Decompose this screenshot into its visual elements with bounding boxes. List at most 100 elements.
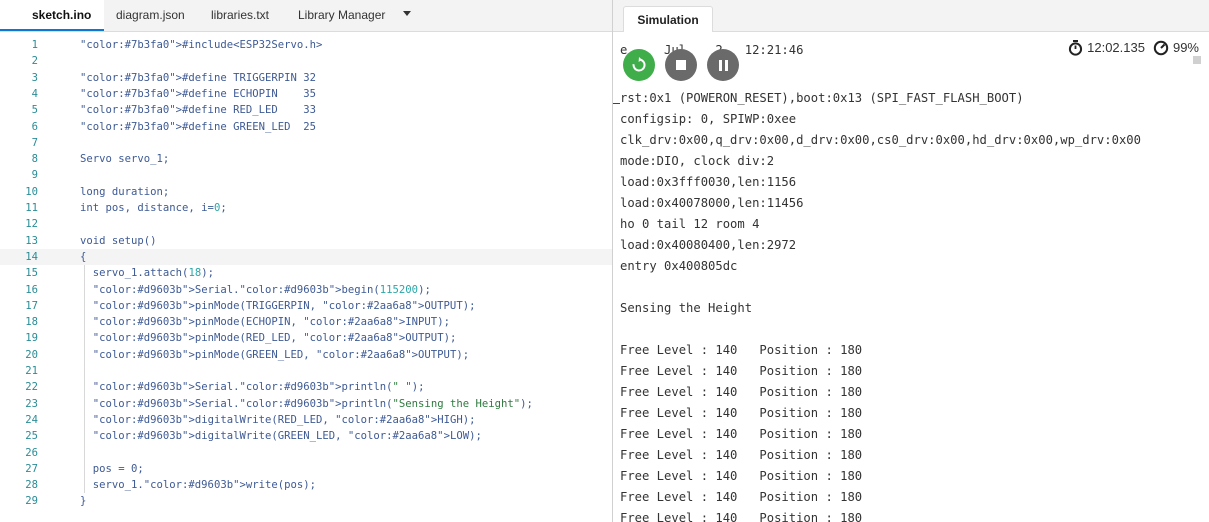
- serial-line: Free Level : 140 Position : 180: [620, 448, 863, 462]
- line-number: 3: [31, 71, 38, 84]
- stop-icon: [676, 60, 686, 70]
- code-line[interactable]: 21: [0, 363, 612, 379]
- simulation-pane: Simulation e Jul 2 12:21:46 rst:0x1 (POWE…: [612, 0, 1209, 522]
- code-line[interactable]: 2: [0, 53, 612, 69]
- serial-line: clk_drv:0x00,q_drv:0x00,d_drv:0x00,cs0_d…: [620, 133, 1141, 147]
- code-text[interactable]: "color:#d9603b">digitalWrite(GREEN_LED, …: [80, 428, 482, 444]
- serial-line: load:0x3fff0030,len:1156: [620, 175, 797, 189]
- tab-diagram-json[interactable]: diagram.json: [116, 0, 185, 31]
- code-text[interactable]: "color:#d9603b">Serial."color:#d9603b">p…: [80, 396, 533, 412]
- code-text[interactable]: "color:#d9603b">Serial."color:#d9603b">p…: [80, 379, 425, 395]
- stopwatch-icon: [1069, 40, 1083, 56]
- line-number: 13: [25, 234, 38, 247]
- tab-library-manager[interactable]: Library Manager: [298, 0, 385, 31]
- serial-line: entry 0x400805dc: [620, 259, 738, 273]
- code-line[interactable]: 8 Servo servo_1;: [0, 151, 612, 167]
- code-text[interactable]: "color:#d9603b">pinMode(ECHOPIN, "color:…: [80, 314, 450, 330]
- code-line[interactable]: 22 "color:#d9603b">Serial."color:#d9603b…: [0, 379, 612, 395]
- tab-sketch-ino[interactable]: sketch.ino: [0, 0, 104, 31]
- editor-tab-bar: sketch.ino diagram.json libraries.txt Li…: [0, 0, 612, 32]
- code-line[interactable]: 20 "color:#d9603b">pinMode(GREEN_LED, "c…: [0, 347, 612, 363]
- code-text[interactable]: "color:#7b3fa0">#define ECHOPIN 35: [80, 86, 316, 102]
- code-text[interactable]: "color:#d9603b">pinMode(TRIGGERPIN, "col…: [80, 298, 476, 314]
- line-number: 25: [25, 430, 38, 443]
- code-line[interactable]: 12: [0, 216, 612, 232]
- restart-icon: [632, 57, 646, 72]
- serial-line: Free Level : 140 Position : 180: [620, 469, 863, 483]
- line-number: 12: [25, 218, 38, 231]
- line-number: 18: [25, 316, 38, 329]
- code-text[interactable]: "color:#d9603b">pinMode(RED_LED, "color:…: [80, 330, 457, 346]
- code-line[interactable]: 25 "color:#d9603b">digitalWrite(GREEN_LE…: [0, 428, 612, 444]
- line-number: 4: [31, 87, 38, 100]
- code-text[interactable]: "color:#7b3fa0">#define TRIGGERPIN 32: [80, 70, 316, 86]
- code-text[interactable]: "color:#d9603b">digitalWrite(RED_LED, "c…: [80, 412, 476, 428]
- code-line[interactable]: 14 {: [0, 248, 612, 266]
- serial-line: Free Level : 140 Position : 180: [620, 385, 863, 399]
- code-line[interactable]: 24 "color:#d9603b">digitalWrite(RED_LED,…: [0, 412, 612, 428]
- code-text[interactable]: void setup(): [80, 233, 157, 249]
- code-text[interactable]: long duration;: [80, 184, 169, 200]
- code-text[interactable]: pos = 0;: [80, 461, 144, 477]
- code-line[interactable]: 1 "color:#7b3fa0">#include<ESP32Servo.h>: [0, 37, 612, 53]
- chevron-down-icon[interactable]: [403, 11, 411, 16]
- serial-line: rst:0x1 (POWERON_RESET),boot:0x13 (SPI_F…: [620, 91, 1024, 105]
- line-number: 28: [25, 479, 38, 492]
- line-number: 14: [25, 250, 38, 263]
- code-line[interactable]: 28 servo_1."color:#d9603b">write(pos);: [0, 477, 612, 493]
- code-line[interactable]: 13 void setup(): [0, 233, 612, 249]
- line-number: 26: [25, 446, 38, 459]
- code-line[interactable]: 27 pos = 0;: [0, 461, 612, 477]
- line-number: 15: [25, 267, 38, 280]
- restart-simulation-button[interactable]: [623, 49, 655, 81]
- code-text[interactable]: "color:#d9603b">Serial."color:#d9603b">b…: [80, 282, 431, 298]
- code-text[interactable]: "color:#d9603b">pinMode(GREEN_LED, "colo…: [80, 347, 469, 363]
- serial-line: ho 0 tail 12 room 4: [620, 217, 760, 231]
- code-area[interactable]: 1 "color:#7b3fa0">#include<ESP32Servo.h> 2…: [0, 37, 612, 522]
- code-line[interactable]: 3 "color:#7b3fa0">#define TRIGGERPIN 32: [0, 70, 612, 86]
- line-number: 23: [25, 397, 38, 410]
- code-text[interactable]: int pos, distance, i=0;: [80, 200, 227, 216]
- stop-simulation-button[interactable]: [665, 49, 697, 81]
- code-line[interactable]: 23 "color:#d9603b">Serial."color:#d9603b…: [0, 396, 612, 412]
- code-line[interactable]: 10 long duration;: [0, 184, 612, 200]
- line-number: 11: [25, 202, 38, 214]
- code-line[interactable]: 9: [0, 167, 612, 183]
- code-line[interactable]: 11 int pos, distance, i=0;: [0, 200, 612, 216]
- line-number: 19: [25, 332, 38, 345]
- simulation-tab-bar: Simulation: [613, 0, 1209, 32]
- code-line[interactable]: 29}: [0, 493, 612, 509]
- line-number: 10: [25, 185, 38, 198]
- scrollbar-thumb[interactable]: [1193, 56, 1201, 64]
- pause-simulation-button[interactable]: [707, 49, 739, 81]
- code-text[interactable]: Servo servo_1;: [80, 151, 169, 167]
- code-line[interactable]: 26: [0, 445, 612, 461]
- line-number: 9: [31, 169, 38, 182]
- code-line[interactable]: 15 servo_1.attach(18);: [0, 265, 612, 281]
- code-text[interactable]: }: [80, 493, 86, 509]
- code-line[interactable]: 19 "color:#d9603b">pinMode(RED_LED, "col…: [0, 330, 612, 346]
- tab-libraries-txt[interactable]: libraries.txt: [211, 0, 269, 31]
- tab-simulation[interactable]: Simulation: [623, 6, 713, 32]
- line-number: 8: [31, 153, 38, 166]
- pause-icon: [718, 59, 728, 71]
- code-line[interactable]: 18 "color:#d9603b">pinMode(ECHOPIN, "col…: [0, 314, 612, 330]
- code-text[interactable]: "color:#7b3fa0">#include<ESP32Servo.h>: [80, 37, 322, 53]
- elapsed-time: 12:02.135: [1087, 40, 1145, 55]
- code-text[interactable]: "color:#7b3fa0">#define RED_LED 33: [80, 102, 316, 118]
- speed-gauge-icon: [1153, 40, 1169, 56]
- code-line[interactable]: 4 "color:#7b3fa0">#define ECHOPIN 35: [0, 86, 612, 102]
- code-line[interactable]: 5 "color:#7b3fa0">#define RED_LED 33: [0, 102, 612, 118]
- code-text[interactable]: servo_1."color:#d9603b">write(pos);: [80, 477, 316, 493]
- serial-line: Free Level : 140 Position : 180: [620, 490, 863, 504]
- code-text[interactable]: servo_1.attach(18);: [80, 265, 214, 281]
- code-line[interactable]: 6 "color:#7b3fa0">#define GREEN_LED 25: [0, 119, 612, 135]
- line-number: 22: [25, 381, 38, 394]
- serial-line: load:0x40078000,len:11456: [620, 196, 804, 210]
- code-line[interactable]: 7: [0, 135, 612, 151]
- code-line[interactable]: 17 "color:#d9603b">pinMode(TRIGGERPIN, "…: [0, 298, 612, 314]
- line-number: 17: [25, 299, 38, 312]
- code-line[interactable]: 16 "color:#d9603b">Serial."color:#d9603b…: [0, 282, 612, 298]
- code-text[interactable]: {: [80, 249, 86, 265]
- code-text[interactable]: "color:#7b3fa0">#define GREEN_LED 25: [80, 119, 316, 135]
